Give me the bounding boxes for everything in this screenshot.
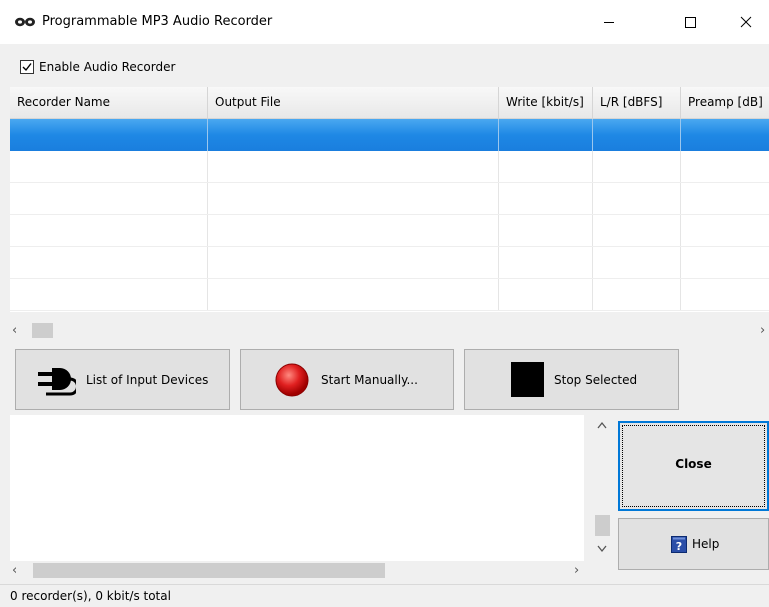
- help-button[interactable]: ? Help: [618, 518, 769, 570]
- help-book-icon: ?: [671, 536, 687, 553]
- help-label: Help: [692, 537, 720, 551]
- maximize-button[interactable]: [667, 0, 713, 44]
- scroll-right-icon[interactable]: ›: [760, 321, 765, 341]
- stop-selected-label: Stop Selected: [554, 373, 638, 387]
- table-row[interactable]: [10, 279, 769, 311]
- scroll-up-icon[interactable]: [597, 421, 607, 429]
- scroll-left-icon[interactable]: ‹: [12, 561, 17, 581]
- title-bar: Programmable MP3 Audio Recorder: [0, 0, 769, 44]
- table-row[interactable]: [10, 151, 769, 183]
- record-icon: [275, 363, 309, 397]
- status-bar: 0 recorder(s), 0 kbit/s total: [0, 584, 769, 607]
- column-recorder-name[interactable]: Recorder Name: [10, 87, 208, 118]
- status-text: 0 recorder(s), 0 kbit/s total: [10, 589, 171, 603]
- stop-selected-button[interactable]: Stop Selected: [464, 349, 679, 410]
- start-manually-label: Start Manually...: [321, 373, 418, 387]
- maximize-icon: [685, 17, 696, 28]
- log-vertical-scrollbar[interactable]: [593, 415, 612, 561]
- enable-recorder-label: Enable Audio Recorder: [39, 60, 176, 74]
- close-label: Close: [675, 457, 712, 471]
- log-text-area[interactable]: [10, 415, 584, 561]
- start-manually-button[interactable]: Start Manually...: [240, 349, 454, 410]
- list-input-devices-label: List of Input Devices: [86, 373, 209, 387]
- column-output-file[interactable]: Output File: [208, 87, 499, 118]
- recorder-grid[interactable]: Recorder Name Output File Write [kbit/s]…: [10, 87, 769, 312]
- checkbox-box[interactable]: [20, 60, 34, 74]
- log-vscroll-thumb[interactable]: [595, 515, 610, 536]
- list-input-devices-button[interactable]: List of Input Devices: [15, 349, 230, 410]
- plug-icon: [38, 368, 76, 396]
- table-row[interactable]: [10, 247, 769, 279]
- window-title: Programmable MP3 Audio Recorder: [42, 14, 273, 29]
- table-row[interactable]: [10, 119, 769, 151]
- minimize-button[interactable]: [586, 0, 632, 44]
- checkmark-icon: [22, 63, 32, 72]
- column-preamp-db[interactable]: Preamp [dB]: [681, 87, 769, 118]
- table-row[interactable]: [10, 215, 769, 247]
- log-hscroll-thumb[interactable]: [33, 563, 385, 578]
- enable-recorder-checkbox[interactable]: Enable Audio Recorder: [20, 60, 175, 74]
- grid-header: Recorder Name Output File Write [kbit/s]…: [10, 87, 769, 119]
- app-logo-icon: [15, 17, 35, 27]
- column-write-kbits[interactable]: Write [kbit/s]: [499, 87, 593, 118]
- grid-horizontal-scrollbar[interactable]: ‹ ›: [10, 321, 769, 341]
- log-horizontal-scrollbar[interactable]: ‹ ›: [10, 561, 584, 580]
- table-row[interactable]: [10, 183, 769, 215]
- column-lr-dbfs[interactable]: L/R [dBFS]: [593, 87, 681, 118]
- close-window-button[interactable]: [723, 0, 769, 44]
- scroll-down-icon[interactable]: [597, 545, 607, 553]
- grid-scroll-thumb[interactable]: [32, 323, 53, 338]
- minimize-icon: [604, 22, 614, 23]
- svg-text:?: ?: [676, 540, 682, 553]
- close-icon: [740, 16, 752, 28]
- scroll-left-icon[interactable]: ‹: [12, 321, 17, 341]
- stop-icon: [511, 362, 544, 397]
- close-button[interactable]: Close: [618, 421, 769, 511]
- scroll-right-icon[interactable]: ›: [574, 561, 579, 581]
